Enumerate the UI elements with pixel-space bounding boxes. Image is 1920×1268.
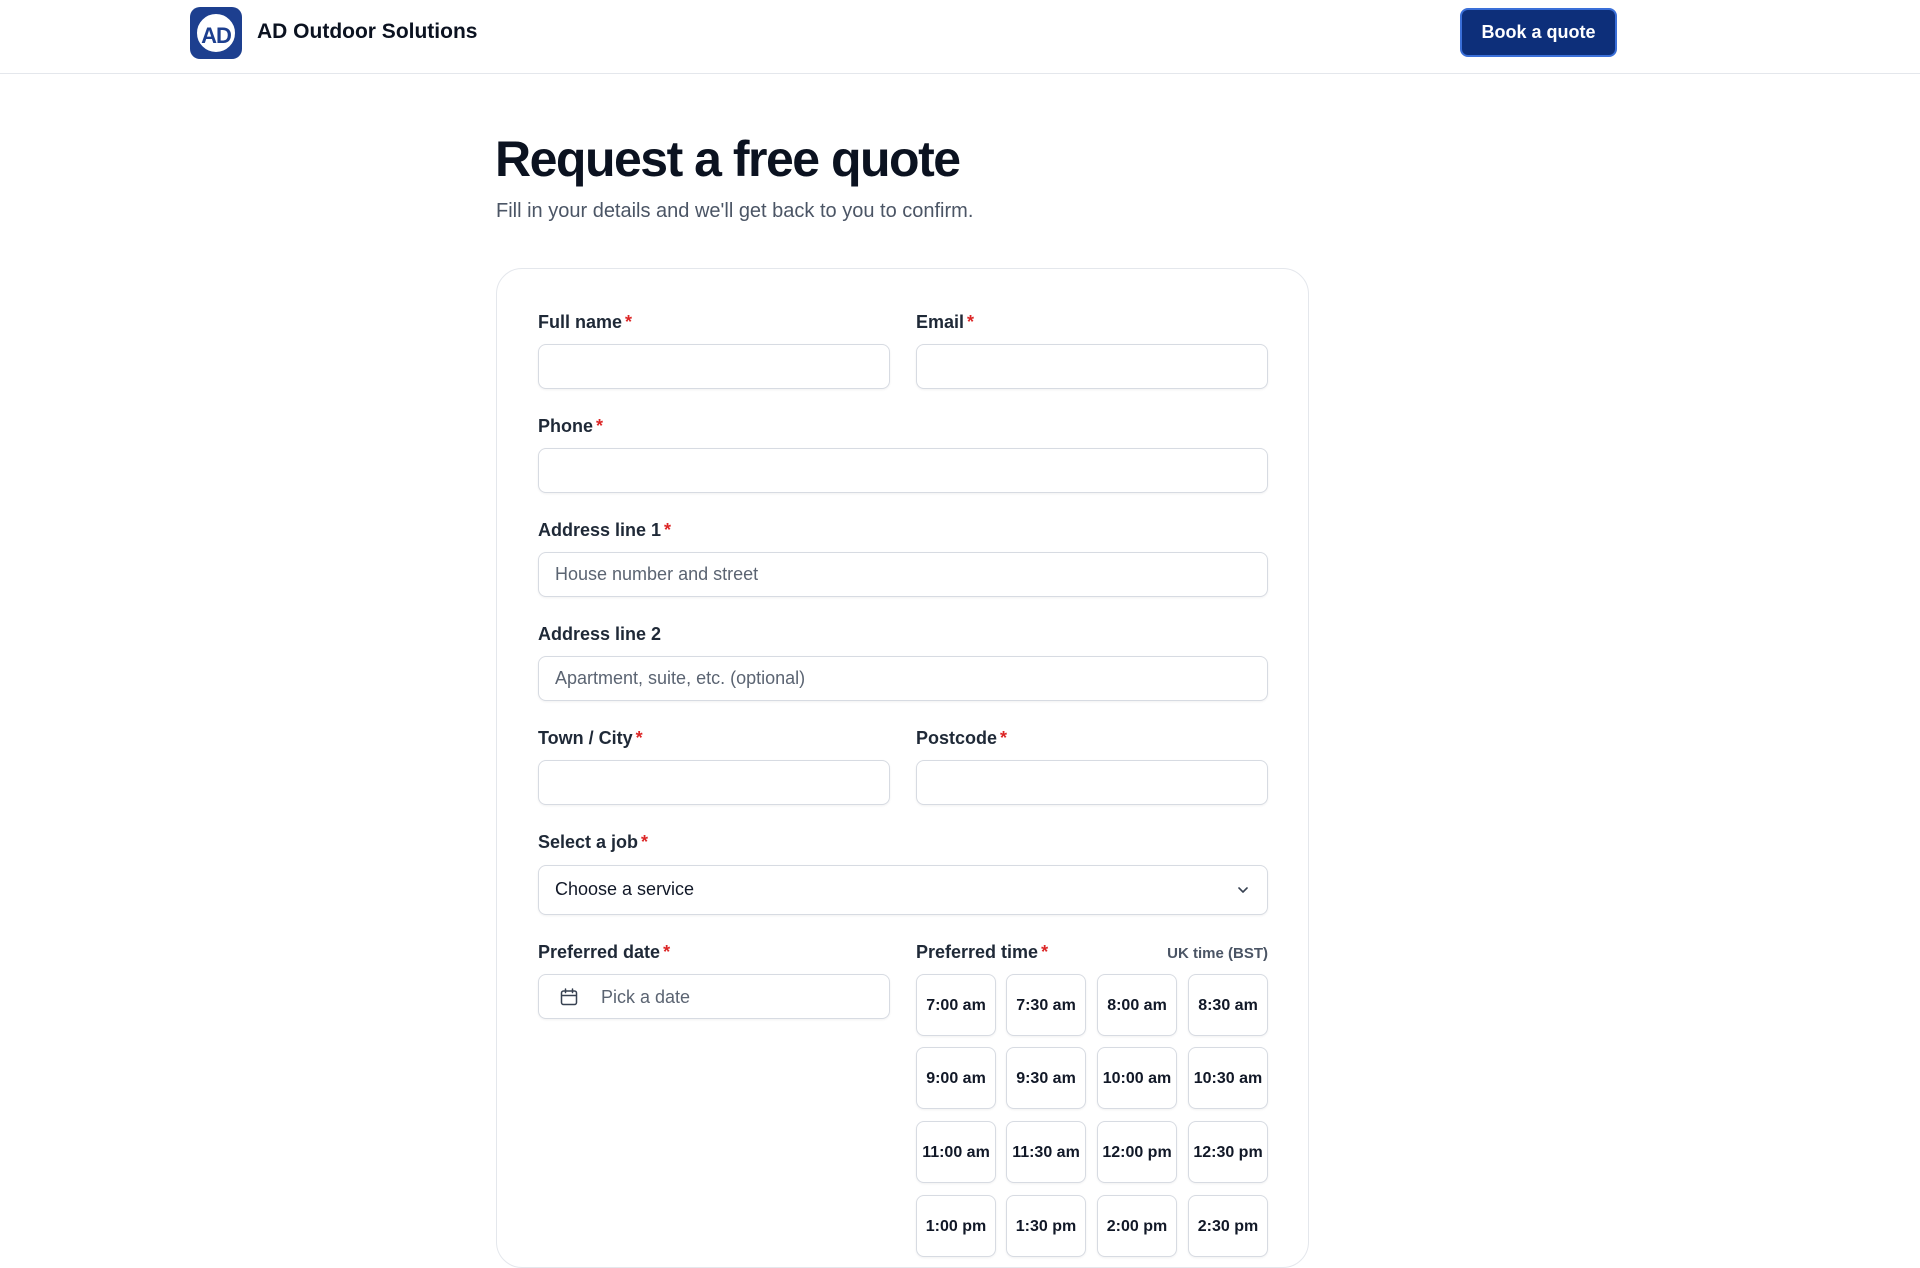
time-slot-label: 11:00 am	[922, 1143, 990, 1161]
town-city-input[interactable]	[538, 760, 890, 805]
book-quote-button[interactable]: Book a quote	[1460, 8, 1617, 57]
chevron-down-icon	[1238, 887, 1248, 893]
preferred-date-label: Preferred date *	[538, 942, 670, 963]
full-name-label: Full name *	[538, 312, 632, 333]
required-mark: *	[664, 520, 672, 540]
time-slot-label: 12:30 pm	[1193, 1143, 1263, 1161]
time-slot[interactable]: 11:30 am	[1006, 1121, 1086, 1183]
time-slot-label: 8:00 am	[1107, 996, 1167, 1014]
required-mark: *	[625, 312, 633, 332]
time-slot[interactable]: 10:30 am	[1188, 1047, 1268, 1109]
time-slot[interactable]: 2:00 pm	[1097, 1195, 1177, 1257]
time-slot-label: 1:00 pm	[925, 1217, 987, 1235]
address-line2-input[interactable]	[538, 656, 1268, 701]
preferred-time-label-text: Preferred time	[916, 942, 1039, 962]
preferred-date-label-text: Preferred date	[538, 942, 661, 962]
time-slot[interactable]: 10:00 am	[1097, 1047, 1177, 1109]
job-select[interactable]: Choose a service	[538, 865, 1268, 915]
date-picker-button[interactable]: Pick a date	[538, 974, 890, 1019]
time-slot-label: 8:30 am	[1198, 996, 1258, 1014]
full-name-input[interactable]	[538, 344, 890, 389]
time-slot[interactable]: 8:30 am	[1188, 974, 1268, 1036]
time-slot-label: 2:30 pm	[1197, 1217, 1259, 1235]
time-slot-label: 11:30 am	[1012, 1143, 1080, 1161]
required-mark: *	[967, 312, 975, 332]
required-mark: *	[1000, 728, 1008, 748]
address-line1-label: Address line 1 *	[538, 520, 671, 541]
email-label-text: Email	[916, 312, 965, 332]
time-slot-label: 10:00 am	[1102, 1069, 1172, 1087]
phone-input[interactable]	[538, 448, 1268, 493]
full-name-label-text: Full name	[538, 312, 623, 332]
time-slot-label: 7:30 am	[1016, 996, 1076, 1014]
timezone-note: UK time (BST)	[1167, 945, 1268, 962]
time-slot[interactable]: 1:30 pm	[1006, 1195, 1086, 1257]
logo-text: AD	[201, 23, 232, 48]
date-picker-placeholder: Pick a date	[601, 987, 691, 1007]
address-line2-label: Address line 2	[538, 624, 662, 644]
time-slot[interactable]: 7:00 am	[916, 974, 996, 1036]
town-city-label-text: Town / City	[538, 728, 633, 748]
job-select-value: Choose a service	[555, 879, 695, 899]
page-title: Request a free quote	[495, 131, 961, 187]
required-mark: *	[641, 832, 649, 852]
time-slot[interactable]: 1:00 pm	[916, 1195, 996, 1257]
time-slot-label: 7:00 am	[926, 996, 986, 1014]
time-slot-label: 9:30 am	[1016, 1069, 1076, 1087]
town-city-label: Town / City *	[538, 728, 643, 749]
time-slot[interactable]: 9:30 am	[1006, 1047, 1086, 1109]
time-slot-label: 2:00 pm	[1106, 1217, 1168, 1235]
address-line1-input[interactable]	[538, 552, 1268, 597]
required-mark: *	[663, 942, 671, 962]
page-subtitle: Fill in your details and we'll get back …	[496, 200, 974, 222]
postcode-input[interactable]	[916, 760, 1268, 805]
phone-label: Phone *	[538, 416, 603, 437]
select-job-label-text: Select a job	[538, 832, 639, 852]
postcode-label: Postcode *	[916, 728, 1007, 749]
time-slot[interactable]: 11:00 am	[916, 1121, 996, 1183]
email-label: Email *	[916, 312, 974, 333]
time-slot[interactable]: 7:30 am	[1006, 974, 1086, 1036]
preferred-time-label: Preferred time *	[916, 942, 1048, 963]
company-logo[interactable]: AD	[190, 7, 242, 59]
brand-name[interactable]: AD Outdoor Solutions	[257, 20, 477, 44]
time-slot[interactable]: 2:30 pm	[1188, 1195, 1268, 1257]
time-slot-label: 10:30 am	[1193, 1069, 1263, 1087]
address-line1-label-text: Address line 1	[538, 520, 662, 540]
postcode-label-text: Postcode	[916, 728, 998, 748]
required-mark: *	[1041, 942, 1049, 962]
required-mark: *	[635, 728, 643, 748]
time-slot-label: 9:00 am	[926, 1069, 986, 1087]
time-slot-label: 1:30 pm	[1015, 1217, 1077, 1235]
calendar-icon	[560, 988, 578, 1006]
time-slot-label: 12:00 pm	[1102, 1143, 1172, 1161]
select-job-label: Select a job *	[538, 832, 648, 853]
time-slot[interactable]: 8:00 am	[1097, 974, 1177, 1036]
time-slot[interactable]: 12:00 pm	[1097, 1121, 1177, 1183]
time-slot[interactable]: 9:00 am	[916, 1047, 996, 1109]
site-header: AD AD Outdoor Solutions Book a quote	[0, 0, 1920, 74]
time-slot[interactable]: 12:30 pm	[1188, 1121, 1268, 1183]
email-input[interactable]	[916, 344, 1268, 389]
phone-label-text: Phone	[538, 416, 594, 436]
required-mark: *	[596, 416, 604, 436]
logo-badge: AD	[194, 11, 238, 55]
